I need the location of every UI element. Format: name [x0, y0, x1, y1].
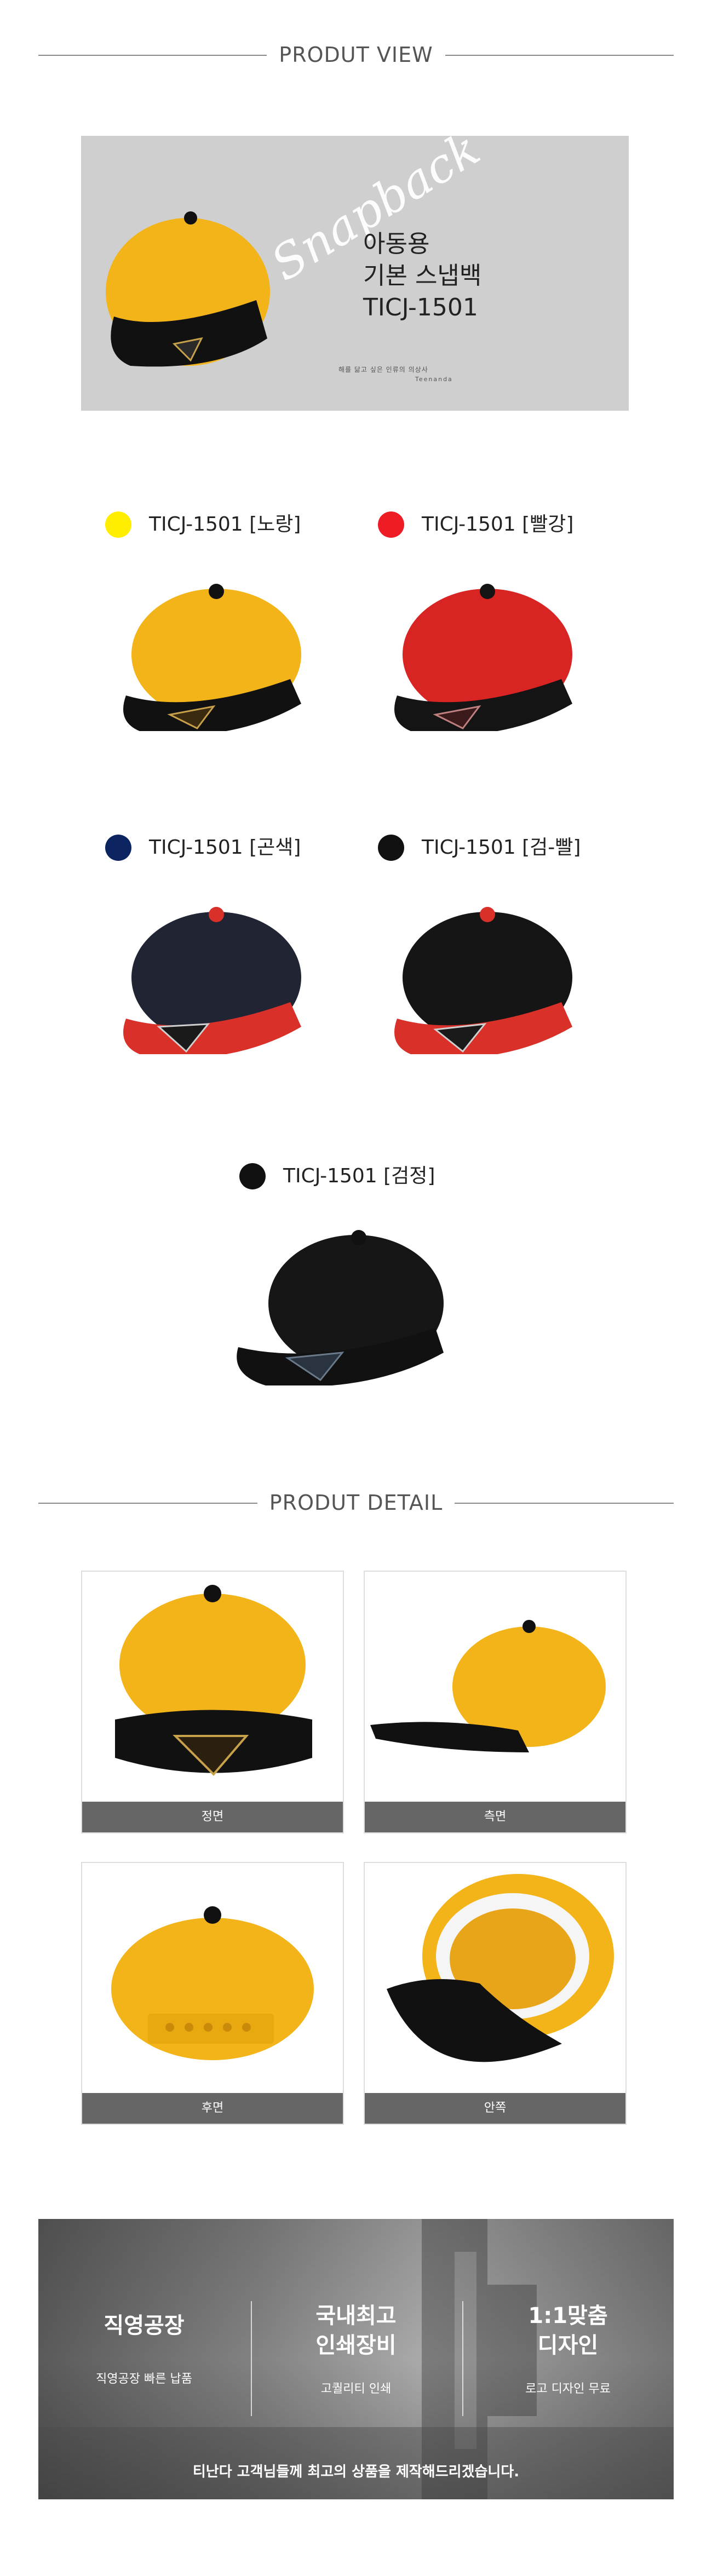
feature-subtitle: 고퀄리티 인쇄	[320, 2382, 392, 2396]
detail-card-side: 측면	[364, 1571, 627, 1833]
feature-title-line1: 1:1맞춤	[528, 2303, 608, 2328]
color-label: TICJ-1501 [노랑]	[149, 513, 301, 536]
color-swatch	[378, 835, 404, 861]
detail-card-inside: 안쪽	[364, 1862, 627, 2125]
cap-image-yellow	[104, 578, 312, 731]
color-swatch	[105, 511, 131, 538]
feature-subtitle: 로고 디자인 무료	[525, 2382, 611, 2396]
hero-banner: Snapback 아동용 기본 스냅백 TICJ-1501 해를 닮고 싶은 인…	[81, 136, 629, 411]
feature-title-line2: 디자인	[537, 2333, 599, 2358]
factory-tagline: 티난다 고객님들께 최고의 상품을 제작해드리겠습니다.	[192, 2464, 520, 2480]
section-title: PRODUT VIEW	[267, 43, 445, 67]
detail-image-inside	[387, 1874, 614, 2062]
detail-card-back: 후면	[81, 1862, 344, 2125]
cap-image-black-red	[375, 901, 583, 1054]
feature-title: 직영공장	[104, 2313, 185, 2338]
color-label: TICJ-1501 [곤색]	[149, 836, 301, 859]
feature-direct-factory: 직영공장 직영공장 빠른 납품	[38, 2311, 250, 2387]
color-label: TICJ-1501 [검-빨]	[422, 836, 581, 859]
section-header-view: PRODUT VIEW	[38, 43, 674, 67]
hero-model-code: TICJ-1501	[363, 294, 478, 321]
hero-title-line2: 기본 스냅백	[363, 262, 482, 290]
feature-title-line2: 인쇄장비	[315, 2333, 397, 2358]
cap-image-black	[227, 1227, 457, 1385]
hero-title-line1: 아동용	[363, 230, 430, 258]
feature-subtitle: 직영공장 빠른 납품	[96, 2372, 192, 2386]
color-label: TICJ-1501 [빨강]	[422, 513, 574, 536]
factory-banner: 직영공장 직영공장 빠른 납품 국내최고 인쇄장비 고퀄리티 인쇄 1:1맞춤 …	[38, 2219, 674, 2499]
cap-image-red	[375, 578, 583, 731]
detail-image-front	[115, 1585, 312, 1776]
feature-design: 1:1맞춤 디자인 로고 디자인 무료	[462, 2301, 674, 2396]
feature-title-line1: 국내최고	[315, 2303, 397, 2328]
detail-caption: 후면	[82, 2093, 343, 2124]
detail-caption: 측면	[365, 1802, 625, 1832]
detail-caption: 안쪽	[365, 2093, 625, 2124]
detail-image-back	[111, 1906, 314, 2060]
color-swatch	[239, 1163, 266, 1189]
detail-caption: 정면	[82, 1802, 343, 1832]
detail-card-front: 정면	[81, 1571, 344, 1833]
color-swatch	[105, 835, 131, 861]
color-swatch	[378, 511, 404, 538]
color-label: TICJ-1501 [검정]	[283, 1165, 435, 1187]
feature-printing: 국내최고 인쇄장비 고퀄리티 인쇄	[250, 2301, 462, 2396]
section-title: PRODUT DETAIL	[257, 1491, 455, 1515]
section-header-detail: PRODUT DETAIL	[38, 1491, 674, 1515]
hero-tagline: 해를 닮고 싶은 인류의 의상사	[338, 366, 428, 373]
cap-image-navy	[104, 901, 312, 1054]
hero-brand: Teenanda	[415, 376, 453, 383]
detail-image-side	[370, 1620, 606, 1752]
